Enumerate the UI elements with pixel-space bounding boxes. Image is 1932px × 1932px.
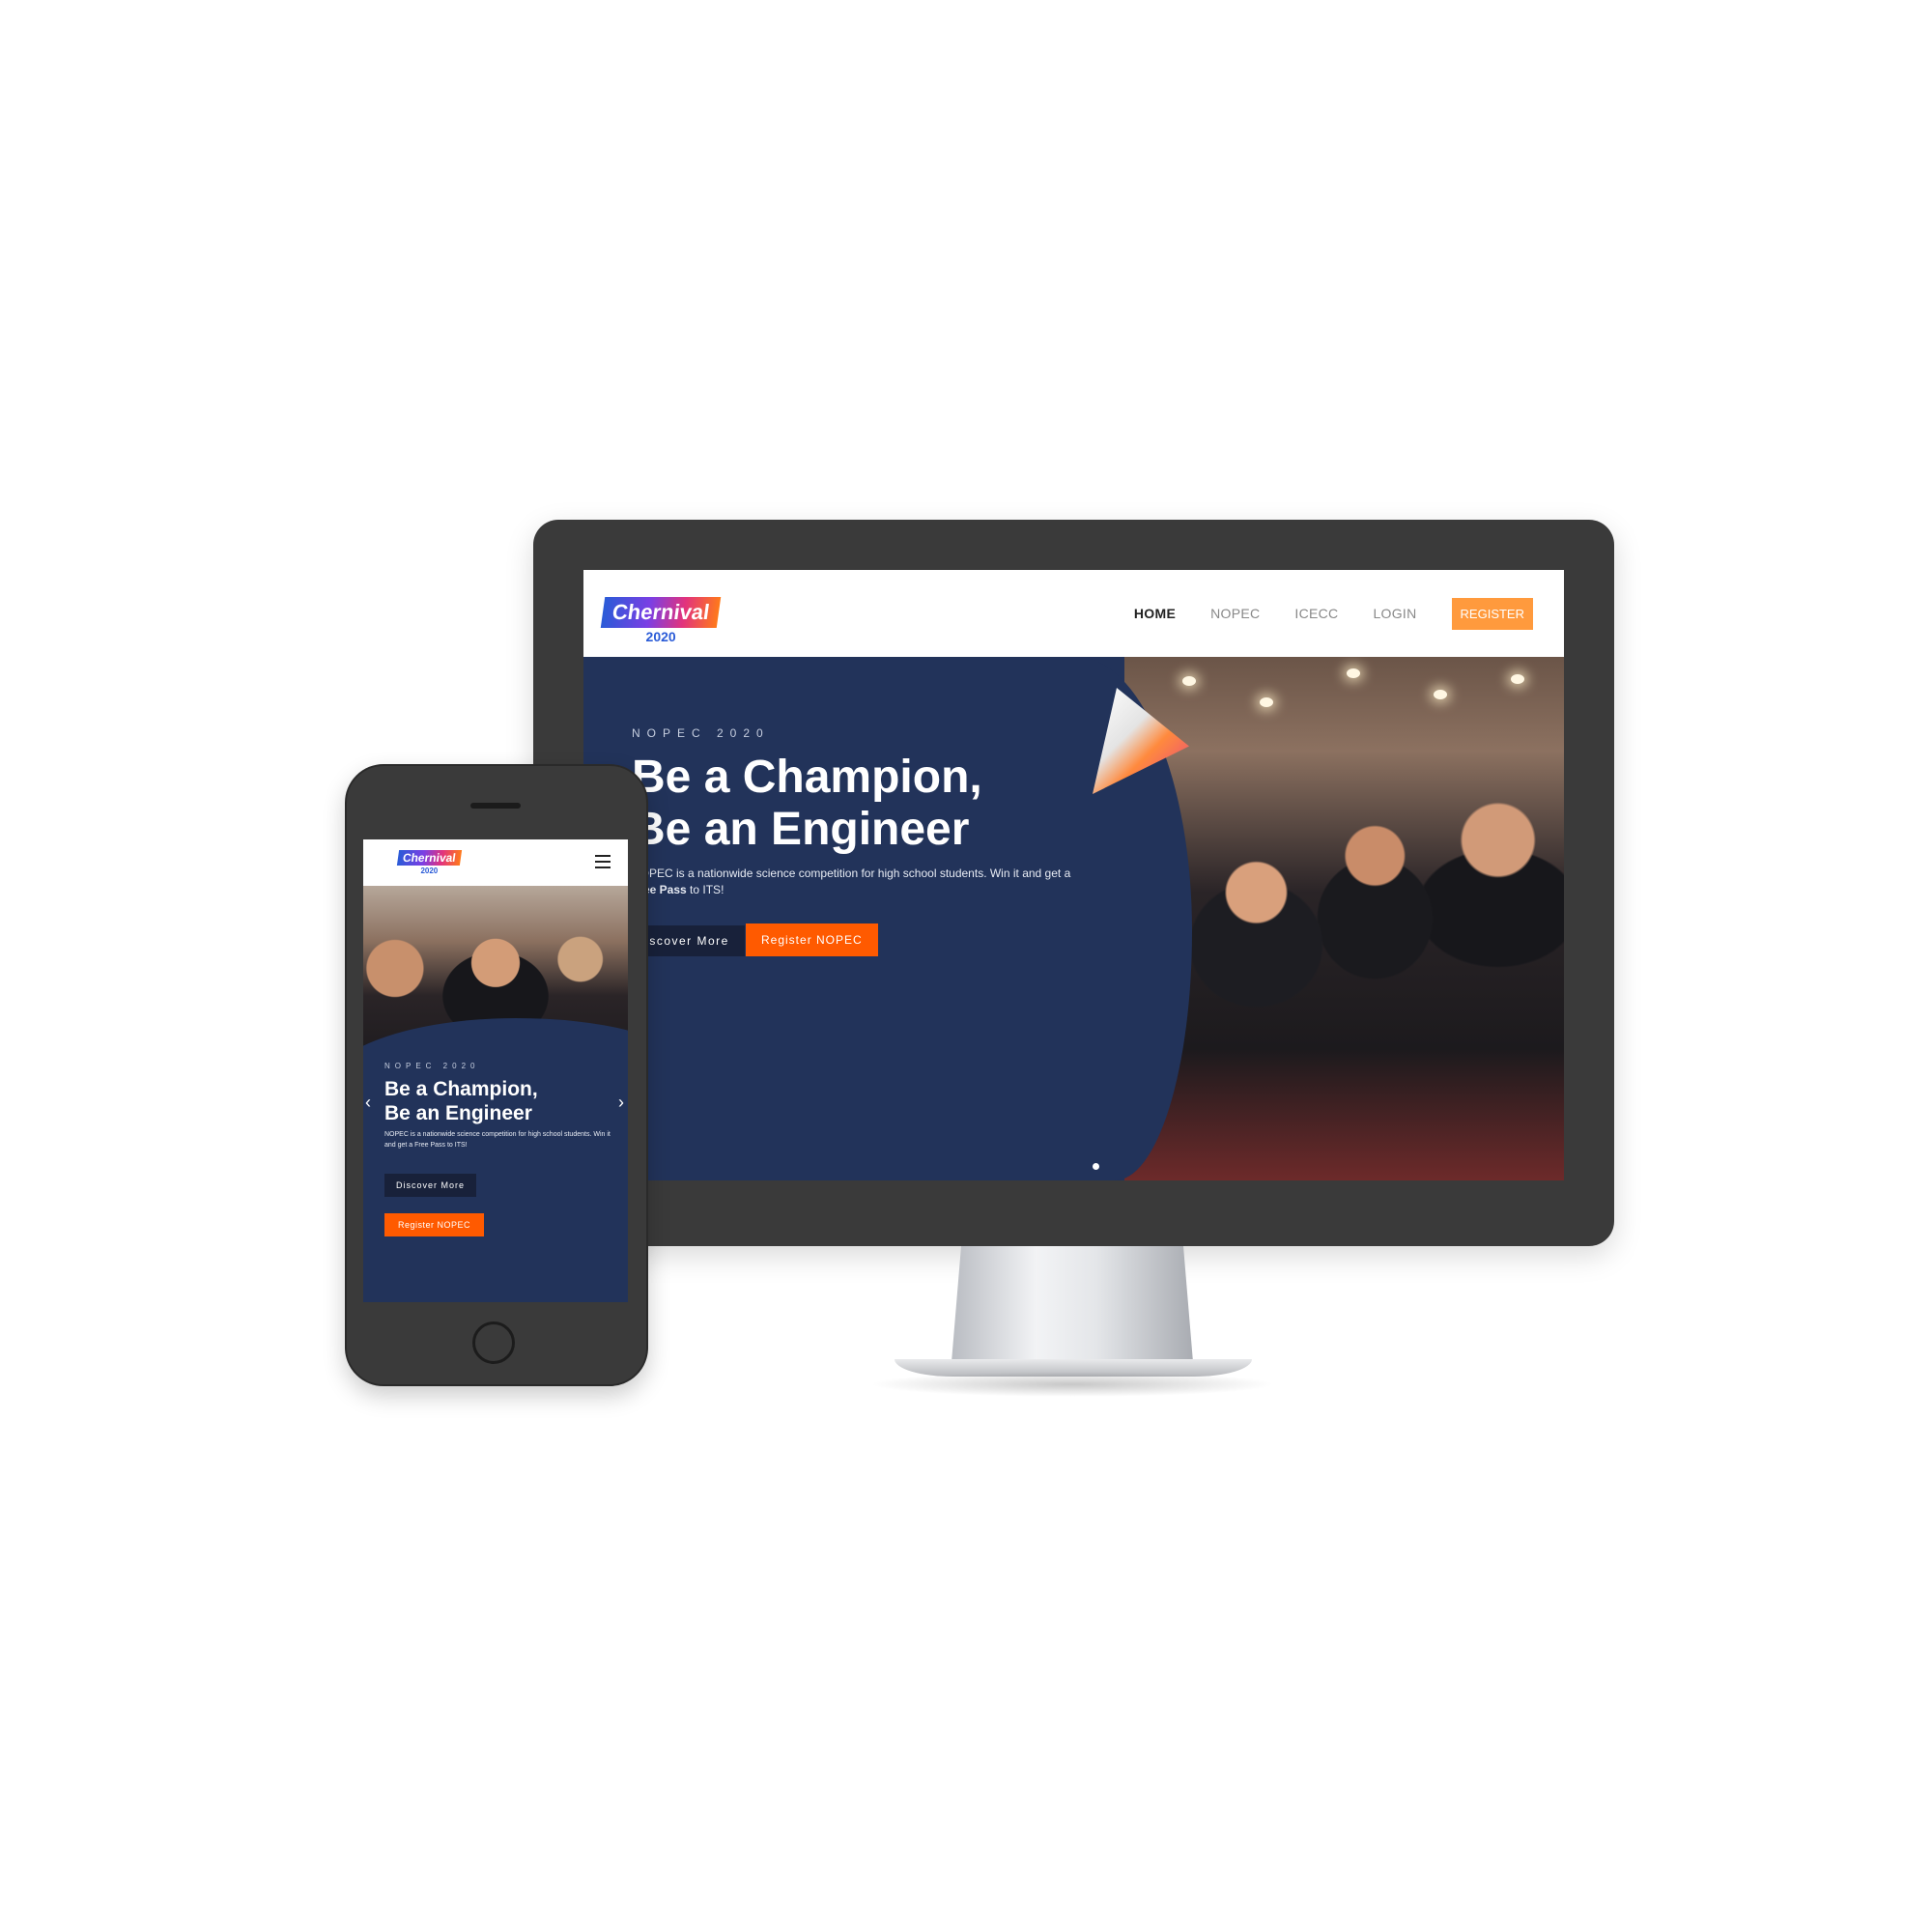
desktop-screen: Chernival 2020 HOME NOPEC ICECC LOGIN RE…	[583, 570, 1564, 1180]
nav-nopec[interactable]: NOPEC	[1210, 606, 1260, 621]
nav-login[interactable]: LOGIN	[1373, 606, 1416, 621]
mobile-screen: Chernival 2020 NOPEC 2020 ‹ › Be a Champ…	[363, 839, 628, 1302]
mobile-register-nopec-button[interactable]: Register NOPEC	[384, 1213, 485, 1236]
nav-icecc[interactable]: ICECC	[1294, 606, 1338, 621]
mobile-phone: Chernival 2020 NOPEC 2020 ‹ › Be a Champ…	[345, 764, 648, 1386]
phone-home-button	[472, 1321, 515, 1364]
ceiling-lights	[1124, 657, 1564, 814]
hero-description: NOPEC is a nationwide science competitio…	[632, 866, 1095, 898]
desktop-monitor: Chernival 2020 HOME NOPEC ICECC LOGIN RE…	[533, 520, 1614, 1246]
mobile-hero-description: NOPEC is a nationwide science competitio…	[384, 1131, 611, 1149]
hero-eyebrow: NOPEC 2020	[632, 726, 770, 740]
desktop-menu: HOME NOPEC ICECC LOGIN REGISTER	[1099, 570, 1533, 657]
hero-title-line1: Be a Champion,	[632, 752, 982, 803]
phone-speaker	[470, 803, 521, 809]
chernival-logo[interactable]: Chernival 2020	[600, 597, 722, 644]
mobile-discover-more-button[interactable]: Discover More	[384, 1174, 477, 1197]
monitor-stand	[952, 1246, 1193, 1362]
mobile-logo-year: 2020	[420, 867, 439, 875]
slider-dots	[1093, 1163, 1099, 1170]
logo-year: 2020	[645, 629, 676, 644]
menu-icon[interactable]	[595, 855, 611, 868]
mobile-navbar: Chernival 2020	[363, 839, 628, 886]
mobile-hero-title-line1: Be a Champion,	[384, 1078, 538, 1100]
mobile-hero-eyebrow: NOPEC 2020	[384, 1062, 480, 1070]
chevron-right-icon[interactable]: ›	[618, 1093, 624, 1113]
slider-dot-active[interactable]	[1093, 1163, 1099, 1170]
register-nopec-button[interactable]: Register NOPEC	[746, 923, 878, 956]
chevron-left-icon[interactable]: ‹	[365, 1093, 371, 1113]
mobile-chernival-logo[interactable]: Chernival 2020	[396, 849, 462, 875]
hero-description-end: to ITS!	[686, 883, 724, 896]
mobile-hero-title-line2: Be an Engineer	[384, 1102, 532, 1124]
hero-description-start: NOPEC is a nationwide science competitio…	[632, 867, 1071, 880]
monitor-shadow	[869, 1372, 1275, 1397]
mobile-logo-wordmark: Chernival	[396, 850, 462, 866]
hero-title-line2: Be an Engineer	[632, 804, 970, 855]
nav-register-button[interactable]: REGISTER	[1451, 597, 1533, 630]
hero-title: Be a Champion, Be an Engineer	[632, 752, 982, 856]
nav-home[interactable]: HOME	[1134, 606, 1176, 621]
logo-wordmark: Chernival	[600, 597, 722, 628]
mobile-hero-title: Be a Champion, Be an Engineer	[384, 1077, 538, 1125]
desktop-navbar: Chernival 2020 HOME NOPEC ICECC LOGIN RE…	[583, 570, 1564, 657]
